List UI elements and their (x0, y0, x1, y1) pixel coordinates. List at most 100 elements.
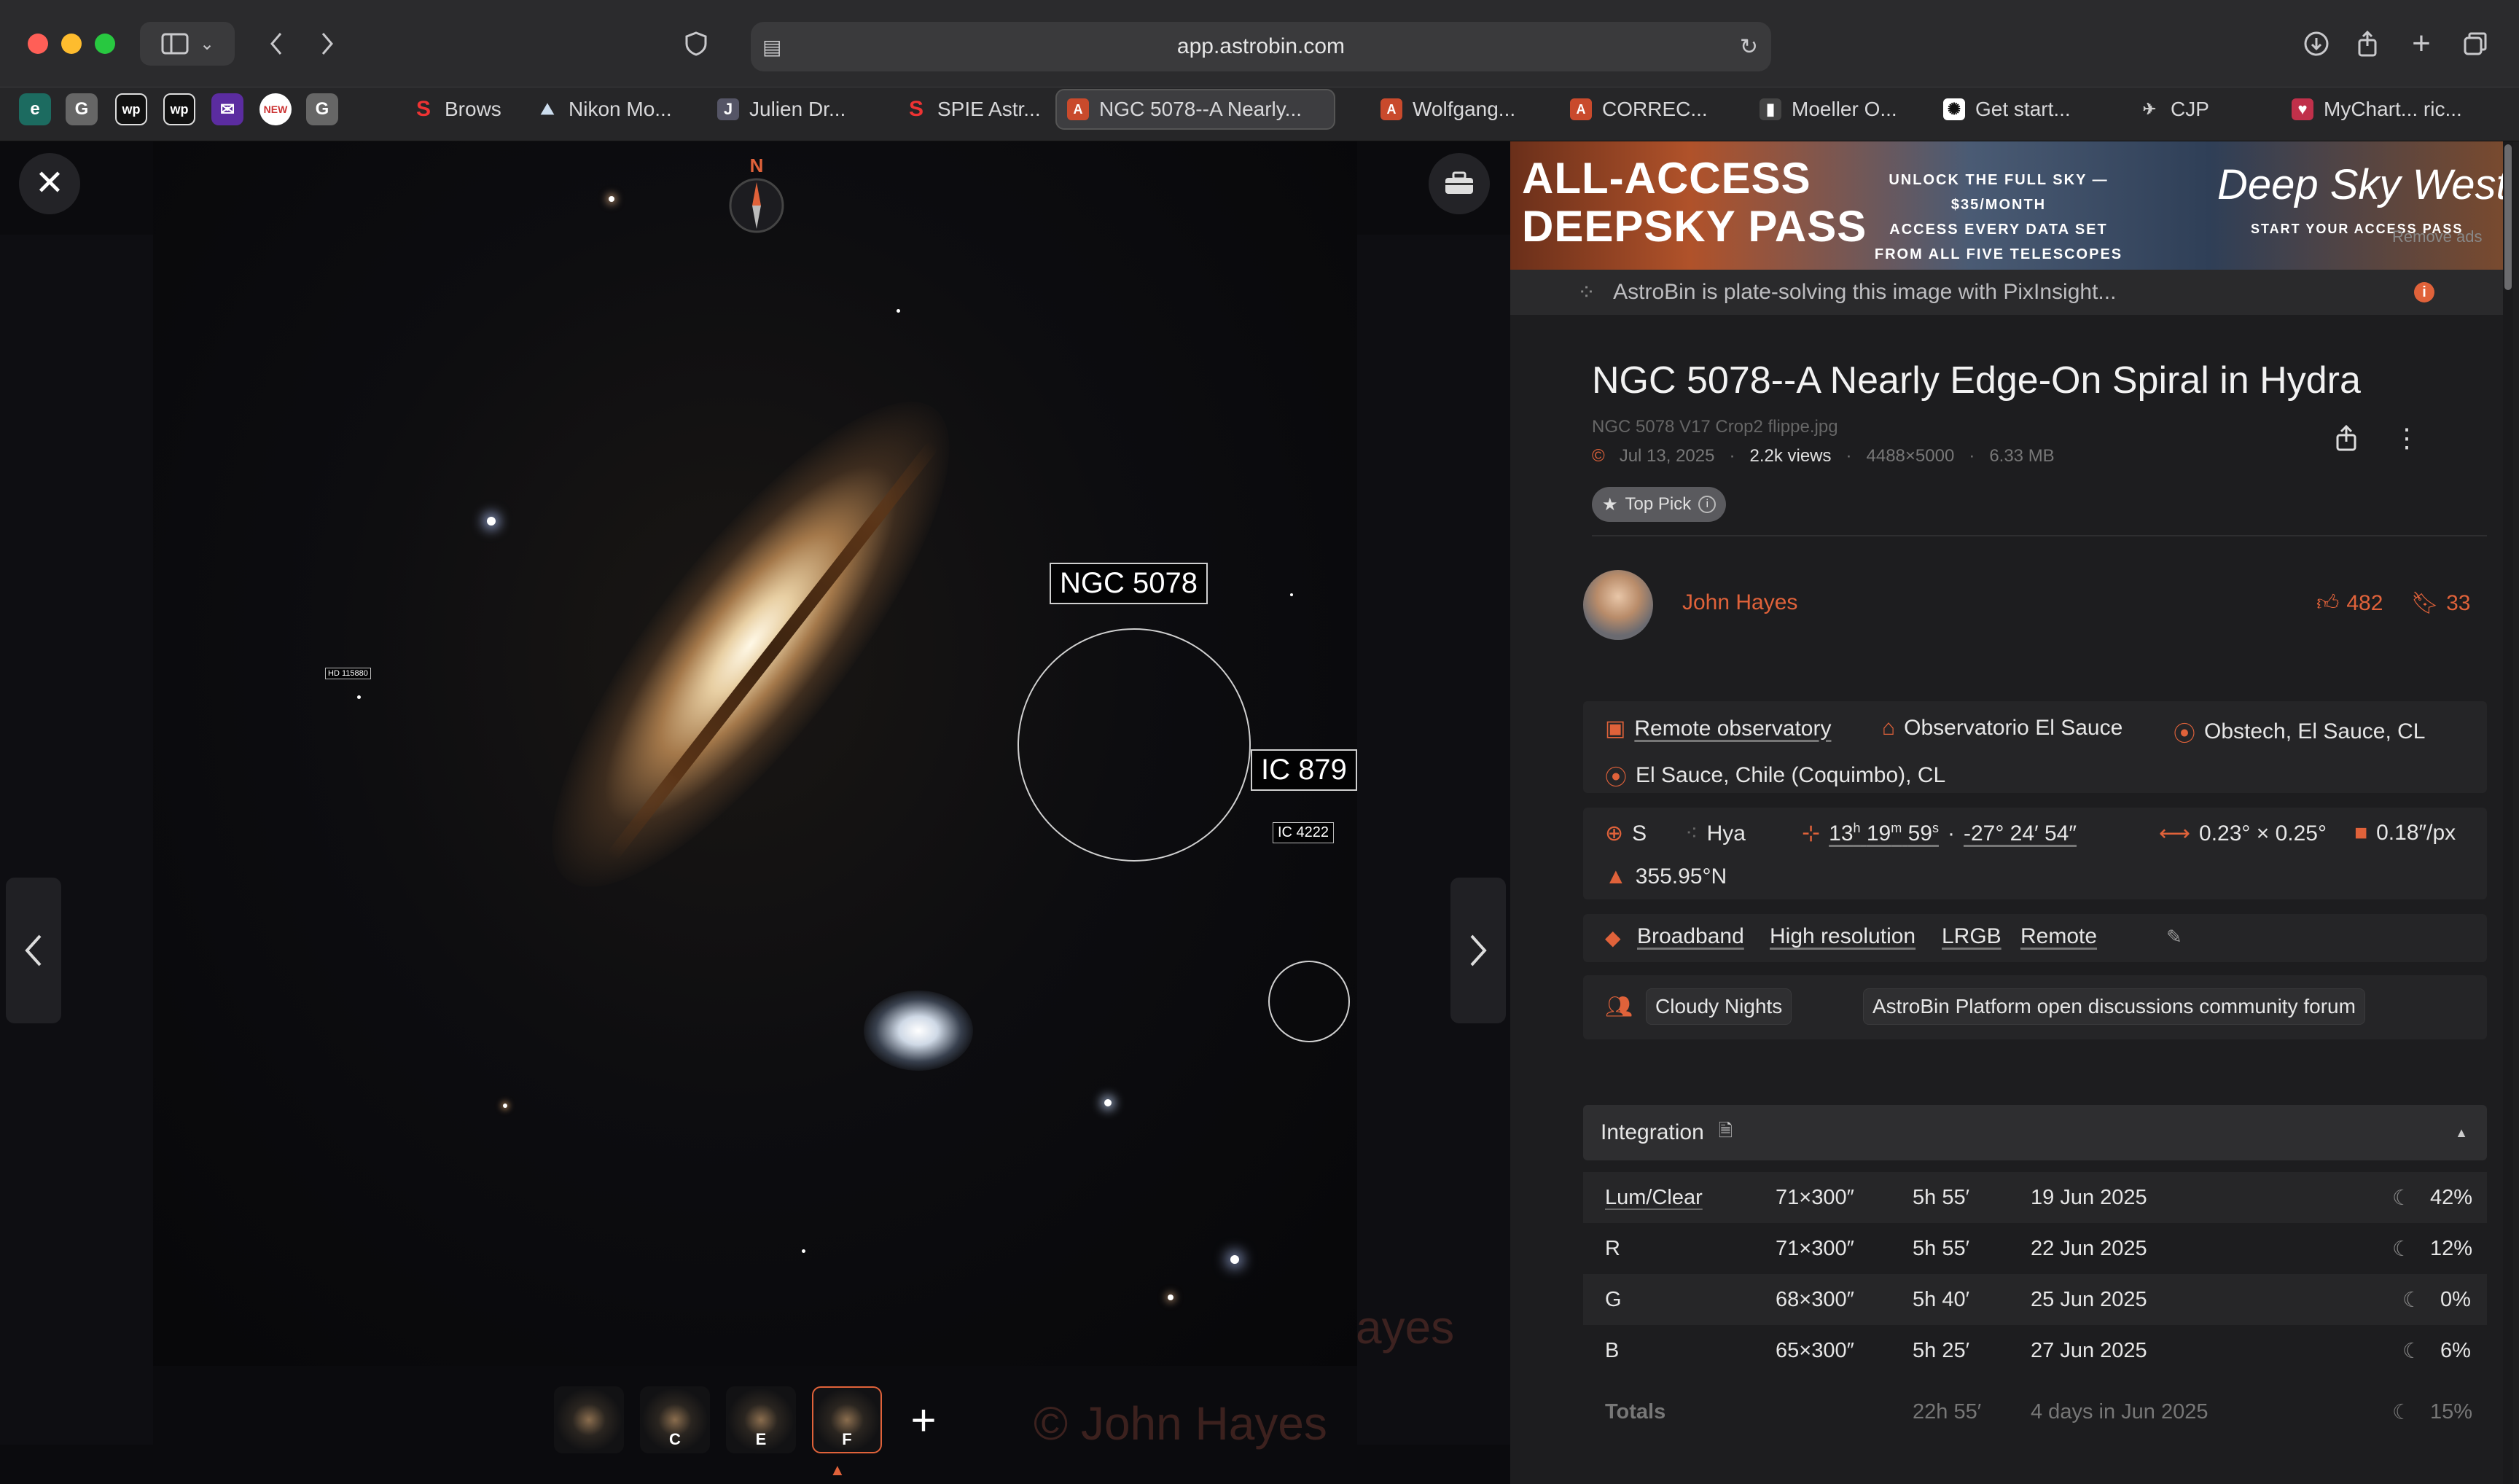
tab-4[interactable]: S SPIE Astr... (895, 89, 1048, 130)
tab-overview-button[interactable] (2452, 22, 2499, 66)
group-astrobin-forum[interactable]: AstroBin Platform open discussions commu… (1863, 988, 2365, 1025)
table-row: G 68×300″ 5h 40′ 25 Jun 2025 ☾ 0% (1583, 1274, 2487, 1325)
pinned-tab-4[interactable]: wp (163, 93, 195, 125)
more-options-button[interactable]: ⋮ (2394, 424, 2420, 452)
constellation: ⁖ Hya (1685, 821, 1746, 846)
tab-9[interactable]: ✺ Get start... (1933, 89, 2086, 130)
ra-text[interactable]: 13h 19m 59s (1829, 821, 1939, 846)
close-viewer-button[interactable]: ✕ (19, 153, 80, 214)
remove-ads-link[interactable]: Remove ads (2392, 227, 2483, 246)
orientation: ▲ 355.95°N (1605, 864, 1727, 889)
separator: · (1729, 446, 1735, 466)
constellation-text: Hya (1706, 821, 1746, 846)
edit-icon[interactable]: ✎ (2166, 926, 2182, 948)
pinned-tab-5[interactable]: ✉ (211, 93, 243, 125)
tab-11[interactable]: ♥ MyChart... ric... (2281, 89, 2515, 130)
reload-icon[interactable]: ↻ (1740, 34, 1758, 60)
url-text: app.astrobin.com (1176, 34, 1346, 58)
image-info-panel[interactable]: ALL-ACCESS DEEPSKY PASS UNLOCK THE FULL … (1510, 141, 2519, 1484)
ad-title: ALL-ACCESS DEEPSKY PASS (1522, 155, 1867, 251)
thumbs-up-icon: 👍︎ (2316, 591, 2340, 615)
bookmark-count: 33 (2446, 590, 2471, 615)
pinned-tab-6[interactable]: NEW (259, 93, 292, 125)
tab-6[interactable]: A Wolfgang... (1370, 89, 1531, 130)
page-menu-icon[interactable]: ▤ (762, 35, 781, 59)
duration: 5h 40′ (1913, 1287, 1970, 1311)
tab-5-active[interactable]: A NGC 5078--A Nearly... (1055, 89, 1335, 130)
tab-2[interactable]: ⛰ Nikon Mo... (526, 89, 679, 130)
share-image-button[interactable] (2334, 424, 2359, 456)
pinned-tab-1[interactable]: e (19, 93, 51, 125)
pinned-tab-2[interactable]: G (66, 93, 98, 125)
previous-image-button[interactable] (6, 878, 61, 1023)
close-window-button[interactable] (28, 34, 48, 54)
group-cloudy-nights[interactable]: Cloudy Nights (1646, 988, 1792, 1025)
avatar[interactable] (1583, 570, 1653, 640)
tab-10[interactable]: ✈ CJP (2128, 89, 2245, 130)
panel-scrollbar[interactable] (2503, 141, 2513, 1484)
tabs-icon (2464, 32, 2487, 55)
tab-1[interactable]: S Brows (402, 89, 512, 130)
pinned-tab-3[interactable]: wp (115, 93, 147, 125)
info-icon[interactable]: i (2414, 282, 2434, 302)
info-icon[interactable]: i (1698, 496, 1717, 513)
tab-label: CJP (2171, 98, 2209, 120)
integration-header[interactable]: Integration 🗎 ▲ (1583, 1105, 2487, 1160)
tag-lrgb[interactable]: LRGB (1942, 924, 2001, 949)
mychart-icon: ♥ (2292, 98, 2313, 120)
next-image-button[interactable] (1450, 878, 1506, 1023)
top-pick-badge[interactable]: ★ Top Pick i (1592, 487, 1727, 522)
moon-icon: ☾ (2392, 1237, 2411, 1261)
new-tab-button[interactable]: + (2398, 22, 2445, 66)
view-count: 2.2k views (1749, 446, 1832, 466)
panel-scrollbar-thumb[interactable] (2504, 144, 2512, 290)
like-button[interactable]: 👍︎ 482 (2316, 590, 2383, 617)
dec-text[interactable]: -27° 24′ 54″ (1964, 821, 2077, 846)
coordinates: ⊹ 13h 19m 59s · -27° 24′ 54″ (1802, 821, 2077, 846)
sidebar-toggle-button[interactable]: ⌄ (140, 22, 235, 66)
revision-thumb-original[interactable] (554, 1386, 624, 1453)
platesolve-text: AstroBin is plate-solving this image wit… (1613, 280, 2117, 304)
back-button[interactable] (251, 22, 302, 66)
tag-remote[interactable]: Remote (2020, 924, 2097, 949)
filter-name: R (1605, 1236, 1620, 1260)
zoom-window-button[interactable] (95, 34, 115, 54)
forward-button[interactable] (302, 22, 353, 66)
total-moon: 15% (2430, 1399, 2473, 1424)
active-revision-marker-icon: ▲ (829, 1461, 845, 1479)
viewer-tools-button[interactable] (1429, 153, 1490, 214)
downloads-button[interactable] (2293, 22, 2340, 66)
observatory-type[interactable]: ▣ Remote observatory (1605, 716, 1831, 741)
ad-brand-logo: Deep Sky West (2217, 161, 2508, 208)
site-location: ⦿ Obstech, El Sauce, CL (2174, 716, 2426, 748)
moon-illumination: 0% (2440, 1287, 2471, 1311)
revision-thumb-c[interactable]: C (640, 1386, 710, 1453)
separator: · (1969, 446, 1975, 466)
tag-high-resolution[interactable]: High resolution (1770, 924, 1915, 949)
bookmark-button[interactable]: 🔖︎ 33 (2411, 590, 2470, 616)
address-bar[interactable]: ▤ app.astrobin.com ↻ (751, 22, 1771, 71)
wp-icon: wp (170, 101, 189, 117)
ad-banner[interactable]: ALL-ACCESS DEEPSKY PASS UNLOCK THE FULL … (1510, 141, 2509, 270)
tab-label: MyChart... ric... (2324, 98, 2462, 120)
tab-7[interactable]: A CORREC... (1560, 89, 1713, 130)
collapse-caret-icon[interactable]: ▲ (2455, 1125, 2468, 1141)
csv-icon[interactable]: 🗎 (1719, 1118, 1733, 1148)
add-revision-button[interactable]: + (898, 1394, 949, 1445)
shield-icon (685, 31, 707, 56)
author-name-link[interactable]: John Hayes (1682, 590, 1797, 615)
pinned-tab-7[interactable]: G (306, 93, 338, 125)
tab-8[interactable]: ▮ Moeller O... (1749, 89, 1902, 130)
share-button[interactable] (2344, 22, 2391, 66)
publish-date: Jul 13, 2025 (1619, 446, 1715, 466)
hemisphere: ⊕ S (1605, 821, 1647, 846)
privacy-shield-button[interactable] (671, 22, 722, 66)
filter-name[interactable]: Lum/Clear (1605, 1186, 1703, 1210)
tab-3[interactable]: J Julien Dr... (707, 89, 860, 130)
revision-thumb-f[interactable]: F (812, 1386, 882, 1453)
image-viewer[interactable]: NGC 5078 IC 879 IC 4222 HD 115880 N ✕ ay… (0, 141, 1510, 1484)
duration: 5h 55′ (1913, 1236, 1970, 1260)
tag-broadband[interactable]: Broadband (1637, 924, 1744, 949)
minimize-window-button[interactable] (61, 34, 82, 54)
revision-thumb-e[interactable]: E (726, 1386, 796, 1453)
